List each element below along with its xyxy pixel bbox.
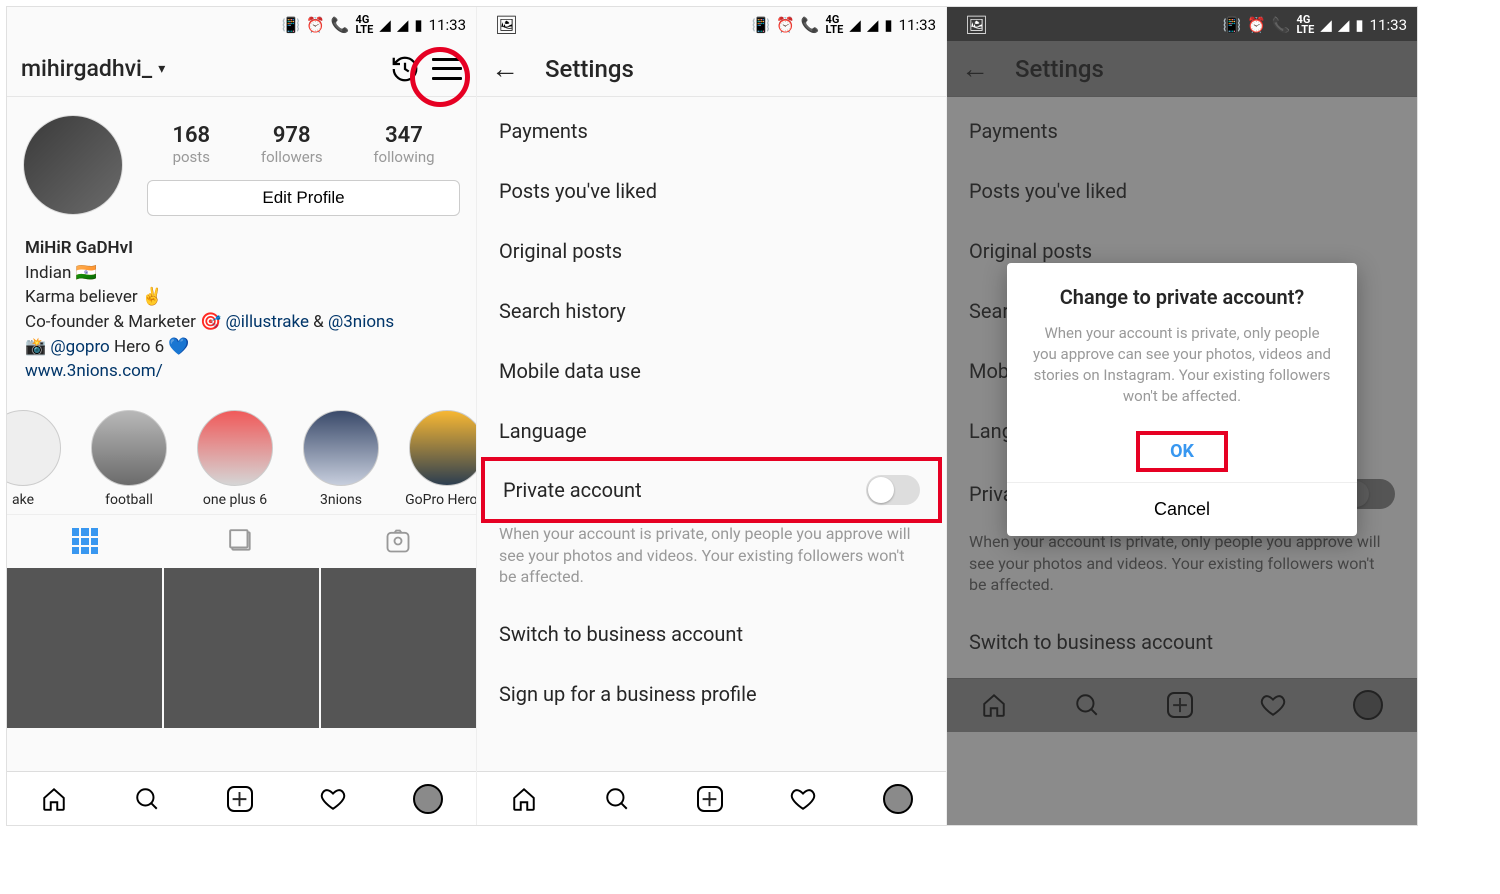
profile-header: mihirgadhvi_ ▾ — [7, 41, 476, 97]
confirm-dialog: Change to private account? When your acc… — [1007, 263, 1357, 536]
signal-icon: ◢ — [397, 16, 409, 34]
mention-link[interactable]: @illustrake — [225, 312, 309, 332]
private-account-label: Private account — [503, 478, 642, 502]
nav-add-post-icon[interactable]: ＋ — [697, 786, 723, 812]
highlight-item[interactable]: one plus 6 — [189, 410, 281, 508]
signal-icon: ◢ — [1338, 16, 1350, 34]
dialog-cancel-button[interactable]: Cancel — [1007, 482, 1357, 536]
settings-item-payments[interactable]: Payments — [477, 101, 946, 161]
status-time: 11:33 — [1370, 16, 1407, 34]
dialog-title: Change to private account? — [1007, 285, 1357, 323]
profile-screen: 📳 ⏰ 📞 4GLTE ◢ ◢ ▮ 11:33 mihirgadhvi_ ▾ — [7, 7, 477, 825]
alarm-icon: ⏰ — [776, 16, 795, 34]
post-thumbnail[interactable] — [7, 568, 162, 728]
settings-item-switch-business[interactable]: Switch to business account — [477, 604, 946, 664]
battery-icon: ▮ — [414, 16, 422, 34]
alarm-icon: ⏰ — [1247, 16, 1266, 34]
phone-icon: 📞 — [331, 16, 350, 34]
profile-tabs — [7, 514, 476, 568]
phone-icon: 📞 — [1272, 16, 1291, 34]
nav-home-icon[interactable] — [41, 786, 67, 812]
username-dropdown[interactable]: mihirgadhvi_ — [21, 55, 152, 82]
settings-item-private-account[interactable]: Private account — [481, 457, 942, 523]
chevron-down-icon[interactable]: ▾ — [158, 61, 165, 77]
settings-list: Payments Posts you've liked Original pos… — [477, 97, 946, 771]
phone-icon: 📞 — [801, 16, 820, 34]
posts-grid — [7, 568, 476, 728]
bottom-nav: ＋ — [477, 771, 946, 825]
settings-item-original-posts[interactable]: Original posts — [477, 221, 946, 281]
settings-item-posts-liked[interactable]: Posts you've liked — [477, 161, 946, 221]
annotation-box: OK — [1136, 431, 1228, 472]
edit-profile-button[interactable]: Edit Profile — [147, 180, 460, 216]
tab-grid[interactable] — [7, 515, 163, 568]
nav-add-post-icon[interactable]: ＋ — [227, 786, 253, 812]
settings-header: ← Settings — [477, 41, 946, 97]
story-highlights: ake football one plus 6 3nions GoPro Her… — [7, 390, 476, 514]
settings-screen: 🖼 📳 ⏰ 📞 4GLTE ◢ ◢ ▮ 11:33 ← Settings Pay… — [477, 7, 947, 825]
private-account-description: When your account is private, only peopl… — [477, 519, 946, 604]
highlight-item[interactable]: ake — [7, 410, 69, 508]
signal-icon: ◢ — [1320, 16, 1332, 34]
battery-icon: ▮ — [1355, 16, 1363, 34]
battery-icon: ▮ — [884, 16, 892, 34]
tab-tagged-icon[interactable] — [320, 515, 476, 568]
signal-icon: ◢ — [849, 16, 861, 34]
mention-link[interactable]: @3nions — [328, 312, 394, 332]
confirm-dialog-screen: 🖼 📳 ⏰ 📞 4GLTE ◢ ◢ ▮ 11:33 ← Settings Pay… — [947, 7, 1417, 825]
signal-icon: ◢ — [867, 16, 879, 34]
highlight-item[interactable]: GoPro Hero 6 — [401, 410, 476, 508]
nav-activity-icon[interactable] — [320, 786, 346, 812]
vibrate-icon: 📳 — [751, 16, 770, 34]
image-icon: 🖼 — [965, 15, 988, 36]
settings-item-mobile-data[interactable]: Mobile data use — [477, 341, 946, 401]
profile-website-link[interactable]: www.3nions.com/ — [25, 359, 458, 384]
status-time: 11:33 — [429, 16, 466, 34]
nav-home-icon[interactable] — [511, 786, 537, 812]
dialog-body: When your account is private, only peopl… — [1007, 323, 1357, 431]
nav-activity-icon[interactable] — [790, 786, 816, 812]
profile-avatar[interactable] — [23, 115, 123, 215]
tab-feed-icon[interactable] — [163, 515, 319, 568]
highlight-item[interactable]: football — [83, 410, 175, 508]
alarm-icon: ⏰ — [306, 16, 325, 34]
post-thumbnail[interactable] — [164, 568, 319, 728]
annotation-circle — [410, 47, 470, 107]
settings-item-search-history[interactable]: Search history — [477, 281, 946, 341]
mention-link[interactable]: @gopro — [50, 337, 109, 357]
image-icon: 🖼 — [495, 15, 518, 36]
back-arrow-icon[interactable]: ← — [491, 52, 527, 85]
settings-item-language[interactable]: Language — [477, 401, 946, 461]
bottom-nav: ＋ — [7, 771, 476, 825]
nav-profile-icon[interactable] — [883, 784, 913, 814]
nav-search-icon[interactable] — [604, 786, 630, 812]
highlight-item[interactable]: 3nions — [295, 410, 387, 508]
signal-icon: ◢ — [379, 16, 391, 34]
profile-bio: MiHiR GaDHvI Indian 🇮🇳 Karma believer ✌️… — [7, 226, 476, 390]
status-time: 11:33 — [899, 16, 936, 34]
android-status-bar: 🖼 📳 ⏰ 📞 4GLTE ◢ ◢ ▮ 11:33 — [947, 7, 1417, 41]
stat-following[interactable]: 347following — [373, 123, 434, 166]
android-status-bar: 📳 ⏰ 📞 4GLTE ◢ ◢ ▮ 11:33 — [7, 7, 476, 41]
page-title: Settings — [545, 55, 634, 83]
private-account-toggle[interactable] — [866, 475, 920, 505]
stat-followers[interactable]: 978followers — [261, 123, 323, 166]
stat-posts[interactable]: 168posts — [172, 123, 210, 166]
dialog-ok-button[interactable]: OK — [1170, 441, 1194, 462]
vibrate-icon: 📳 — [281, 16, 300, 34]
android-status-bar: 🖼 📳 ⏰ 📞 4GLTE ◢ ◢ ▮ 11:33 — [477, 7, 946, 41]
nav-profile-icon[interactable] — [413, 784, 443, 814]
settings-item-signup-business[interactable]: Sign up for a business profile — [477, 664, 946, 724]
nav-search-icon[interactable] — [134, 786, 160, 812]
vibrate-icon: 📳 — [1222, 16, 1241, 34]
post-thumbnail[interactable] — [321, 568, 476, 728]
